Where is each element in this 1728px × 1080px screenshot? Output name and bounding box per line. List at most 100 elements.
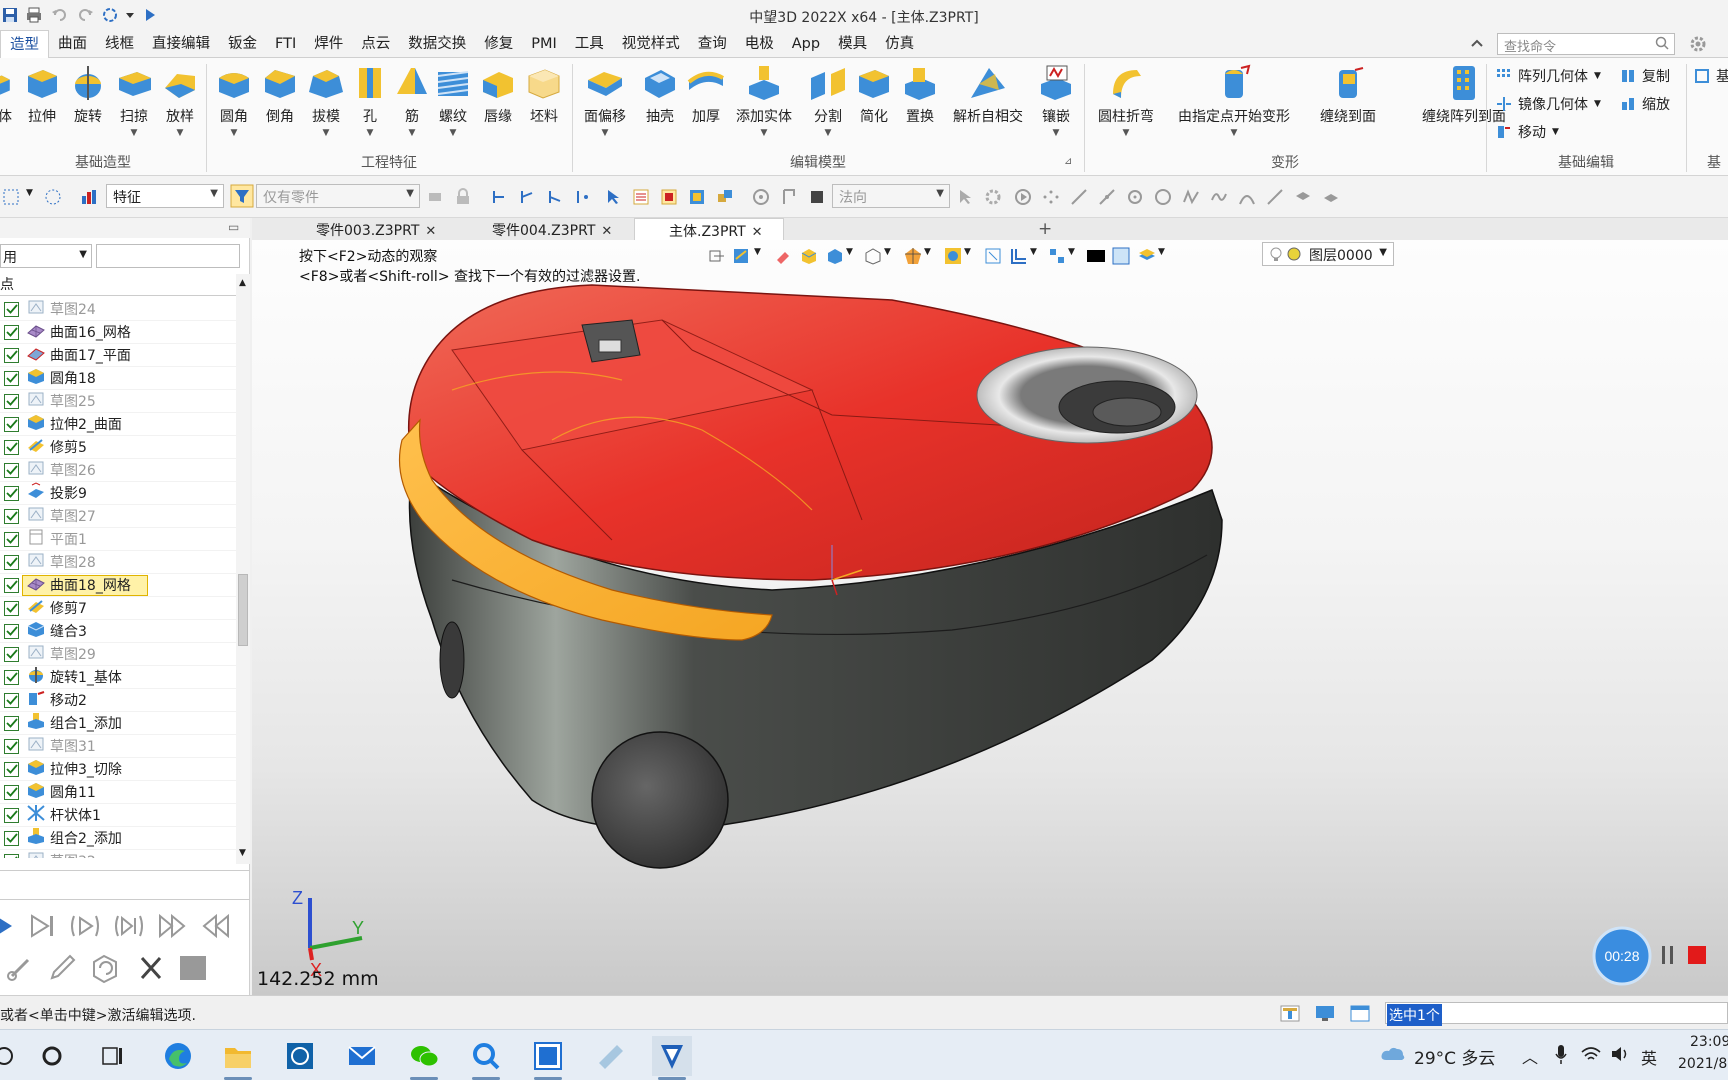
menu-tab[interactable]: 造型 <box>0 30 49 59</box>
face-offset-button[interactable]: 面偏移 ▼ <box>580 64 630 138</box>
menu-tab[interactable]: 线框 <box>96 30 143 58</box>
visibility-checkbox[interactable] <box>4 692 19 708</box>
direction-combo[interactable]: 法向 ▼ <box>832 184 950 208</box>
menu-tab[interactable]: 钣金 <box>219 30 266 58</box>
select-box-icon[interactable] <box>2 188 20 206</box>
wave-icon[interactable] <box>1210 188 1228 206</box>
visibility-checkbox[interactable] <box>4 347 19 363</box>
tree-item[interactable]: 圆角11 <box>0 781 236 804</box>
scroll-up-icon[interactable]: ▲ <box>239 278 246 288</box>
tree-item[interactable]: 草图29 <box>0 643 236 666</box>
tree-item[interactable]: 杆状体1 <box>0 804 236 827</box>
wechat-icon[interactable] <box>404 1036 444 1080</box>
cortana-icon[interactable] <box>32 1036 72 1076</box>
filter-display-icon[interactable] <box>1048 247 1066 265</box>
menu-tab[interactable]: 数据交换 <box>399 30 475 58</box>
move-button[interactable]: 移动 ▼ <box>1496 120 1559 144</box>
tree-item[interactable]: 曲面16_网格 <box>0 321 236 344</box>
history-icon[interactable] <box>732 247 752 265</box>
search-circle-icon[interactable] <box>0 1036 24 1076</box>
color-swatch-icon[interactable] <box>1086 249 1106 263</box>
arc-icon[interactable] <box>1238 188 1256 206</box>
menu-tab[interactable]: 点云 <box>352 30 399 58</box>
gear-gray-icon[interactable] <box>984 188 1002 206</box>
add-tab-icon[interactable]: + <box>1038 219 1052 239</box>
assembly-icon[interactable] <box>716 188 734 206</box>
replace-button[interactable]: 置换 <box>898 64 942 126</box>
menu-tab[interactable]: App <box>783 30 829 58</box>
recorder-stop-icon[interactable] <box>1688 946 1706 964</box>
visibility-checkbox[interactable] <box>4 439 19 455</box>
play-forward-icon[interactable] <box>0 910 26 942</box>
doc-tab-part003[interactable]: 零件003.Z3PRT ✕ <box>316 218 468 240</box>
datum-button[interactable]: 基 <box>1694 64 1728 88</box>
volume-icon[interactable] <box>1610 1044 1632 1064</box>
tree-search-input[interactable] <box>96 244 240 268</box>
step-to-end-icon[interactable] <box>26 910 60 942</box>
status-monitor-icon[interactable] <box>1315 1005 1335 1022</box>
add-solid-button[interactable]: 添加实体 ▼ <box>732 64 796 138</box>
menu-tab[interactable]: 曲面 <box>49 30 96 58</box>
regenerate-icon[interactable] <box>88 952 122 984</box>
history-dropdown-icon[interactable]: ▼ <box>754 247 761 257</box>
task-view-icon[interactable] <box>92 1036 132 1076</box>
tree-item[interactable]: 拉伸2_曲面 <box>0 413 236 436</box>
tree-item[interactable]: 草图28 <box>0 551 236 574</box>
panel-pin-icon[interactable]: ▭ <box>228 220 239 234</box>
lip-button[interactable]: 唇缘 <box>476 64 520 126</box>
display-dropdown-icon[interactable]: ▼ <box>846 247 853 257</box>
tree-item[interactable]: 投影9 <box>0 482 236 505</box>
tree-input-row[interactable] <box>0 870 250 900</box>
search-icon[interactable] <box>1655 36 1669 50</box>
ruler-icon[interactable] <box>780 188 798 206</box>
delete-icon[interactable] <box>134 952 168 984</box>
orient-dropdown-icon[interactable]: ▼ <box>924 247 931 257</box>
menu-tab[interactable]: 焊件 <box>305 30 352 58</box>
close-tab-icon[interactable]: ✕ <box>601 224 612 239</box>
tree-item[interactable]: 曲面17_平面 <box>0 344 236 367</box>
filter-display-dropdown-icon[interactable]: ▼ <box>1068 247 1075 257</box>
visibility-checkbox[interactable] <box>4 554 19 570</box>
fit-view-icon[interactable] <box>984 247 1002 265</box>
tree-item[interactable]: 旋转1_基体 <box>0 666 236 689</box>
stop-square-icon[interactable] <box>808 188 826 206</box>
body-button[interactable]: 体 <box>0 64 18 126</box>
screen-recorder-widget[interactable]: 00:28 <box>1592 926 1722 986</box>
rewind-icon[interactable] <box>198 910 232 942</box>
tree-item[interactable]: 草图32 <box>0 850 236 858</box>
visibility-checkbox[interactable] <box>4 485 19 501</box>
visibility-checkbox[interactable] <box>4 462 19 478</box>
play-loop-icon[interactable] <box>112 910 146 942</box>
visibility-checkbox[interactable] <box>4 577 19 593</box>
visibility-checkbox[interactable] <box>4 761 19 777</box>
visibility-checkbox[interactable] <box>4 393 19 409</box>
resolve-self-intersect-button[interactable]: 解析自相交 <box>948 64 1028 126</box>
search-app-icon[interactable] <box>466 1036 506 1080</box>
circle-icon[interactable] <box>1154 188 1172 206</box>
shell-button[interactable]: 抽壳 <box>638 64 682 126</box>
status-tree-icon[interactable] <box>1280 1005 1300 1022</box>
layer-combo[interactable]: 图层0000 ▼ <box>1262 242 1394 266</box>
tree-item[interactable]: 修剪7 <box>0 597 236 620</box>
menu-tab[interactable]: 工具 <box>566 30 613 58</box>
snap-grid-icon[interactable] <box>752 188 770 206</box>
menu-tab[interactable]: 电极 <box>736 30 783 58</box>
tree-item[interactable]: 草图31 <box>0 735 236 758</box>
collapse-ribbon-icon[interactable] <box>1470 36 1484 54</box>
mirror-geometry-button[interactable]: 镜像几何体 ▼ <box>1496 92 1601 116</box>
menu-tab[interactable]: FTI <box>266 30 305 58</box>
tree-scrollbar[interactable]: ▲ ▼ <box>236 274 250 864</box>
menu-tab[interactable]: PMI <box>522 30 566 58</box>
layers-icon[interactable] <box>1294 188 1312 206</box>
tree-item[interactable]: 圆角18 <box>0 367 236 390</box>
view-dropdown-icon[interactable]: ▼ <box>884 247 891 257</box>
select-edge-icon[interactable] <box>518 188 536 206</box>
tangent-icon[interactable] <box>1266 188 1284 206</box>
scrollbar-thumb[interactable] <box>238 574 248 646</box>
mail-icon[interactable] <box>342 1036 382 1076</box>
lasso-icon[interactable] <box>44 188 62 206</box>
select-face-icon[interactable] <box>490 188 508 206</box>
layer-stack-icon[interactable] <box>1138 247 1156 265</box>
rib-button[interactable]: 筋 ▼ <box>392 64 432 138</box>
clock-date[interactable]: 2021/8 <box>1678 1056 1727 1072</box>
